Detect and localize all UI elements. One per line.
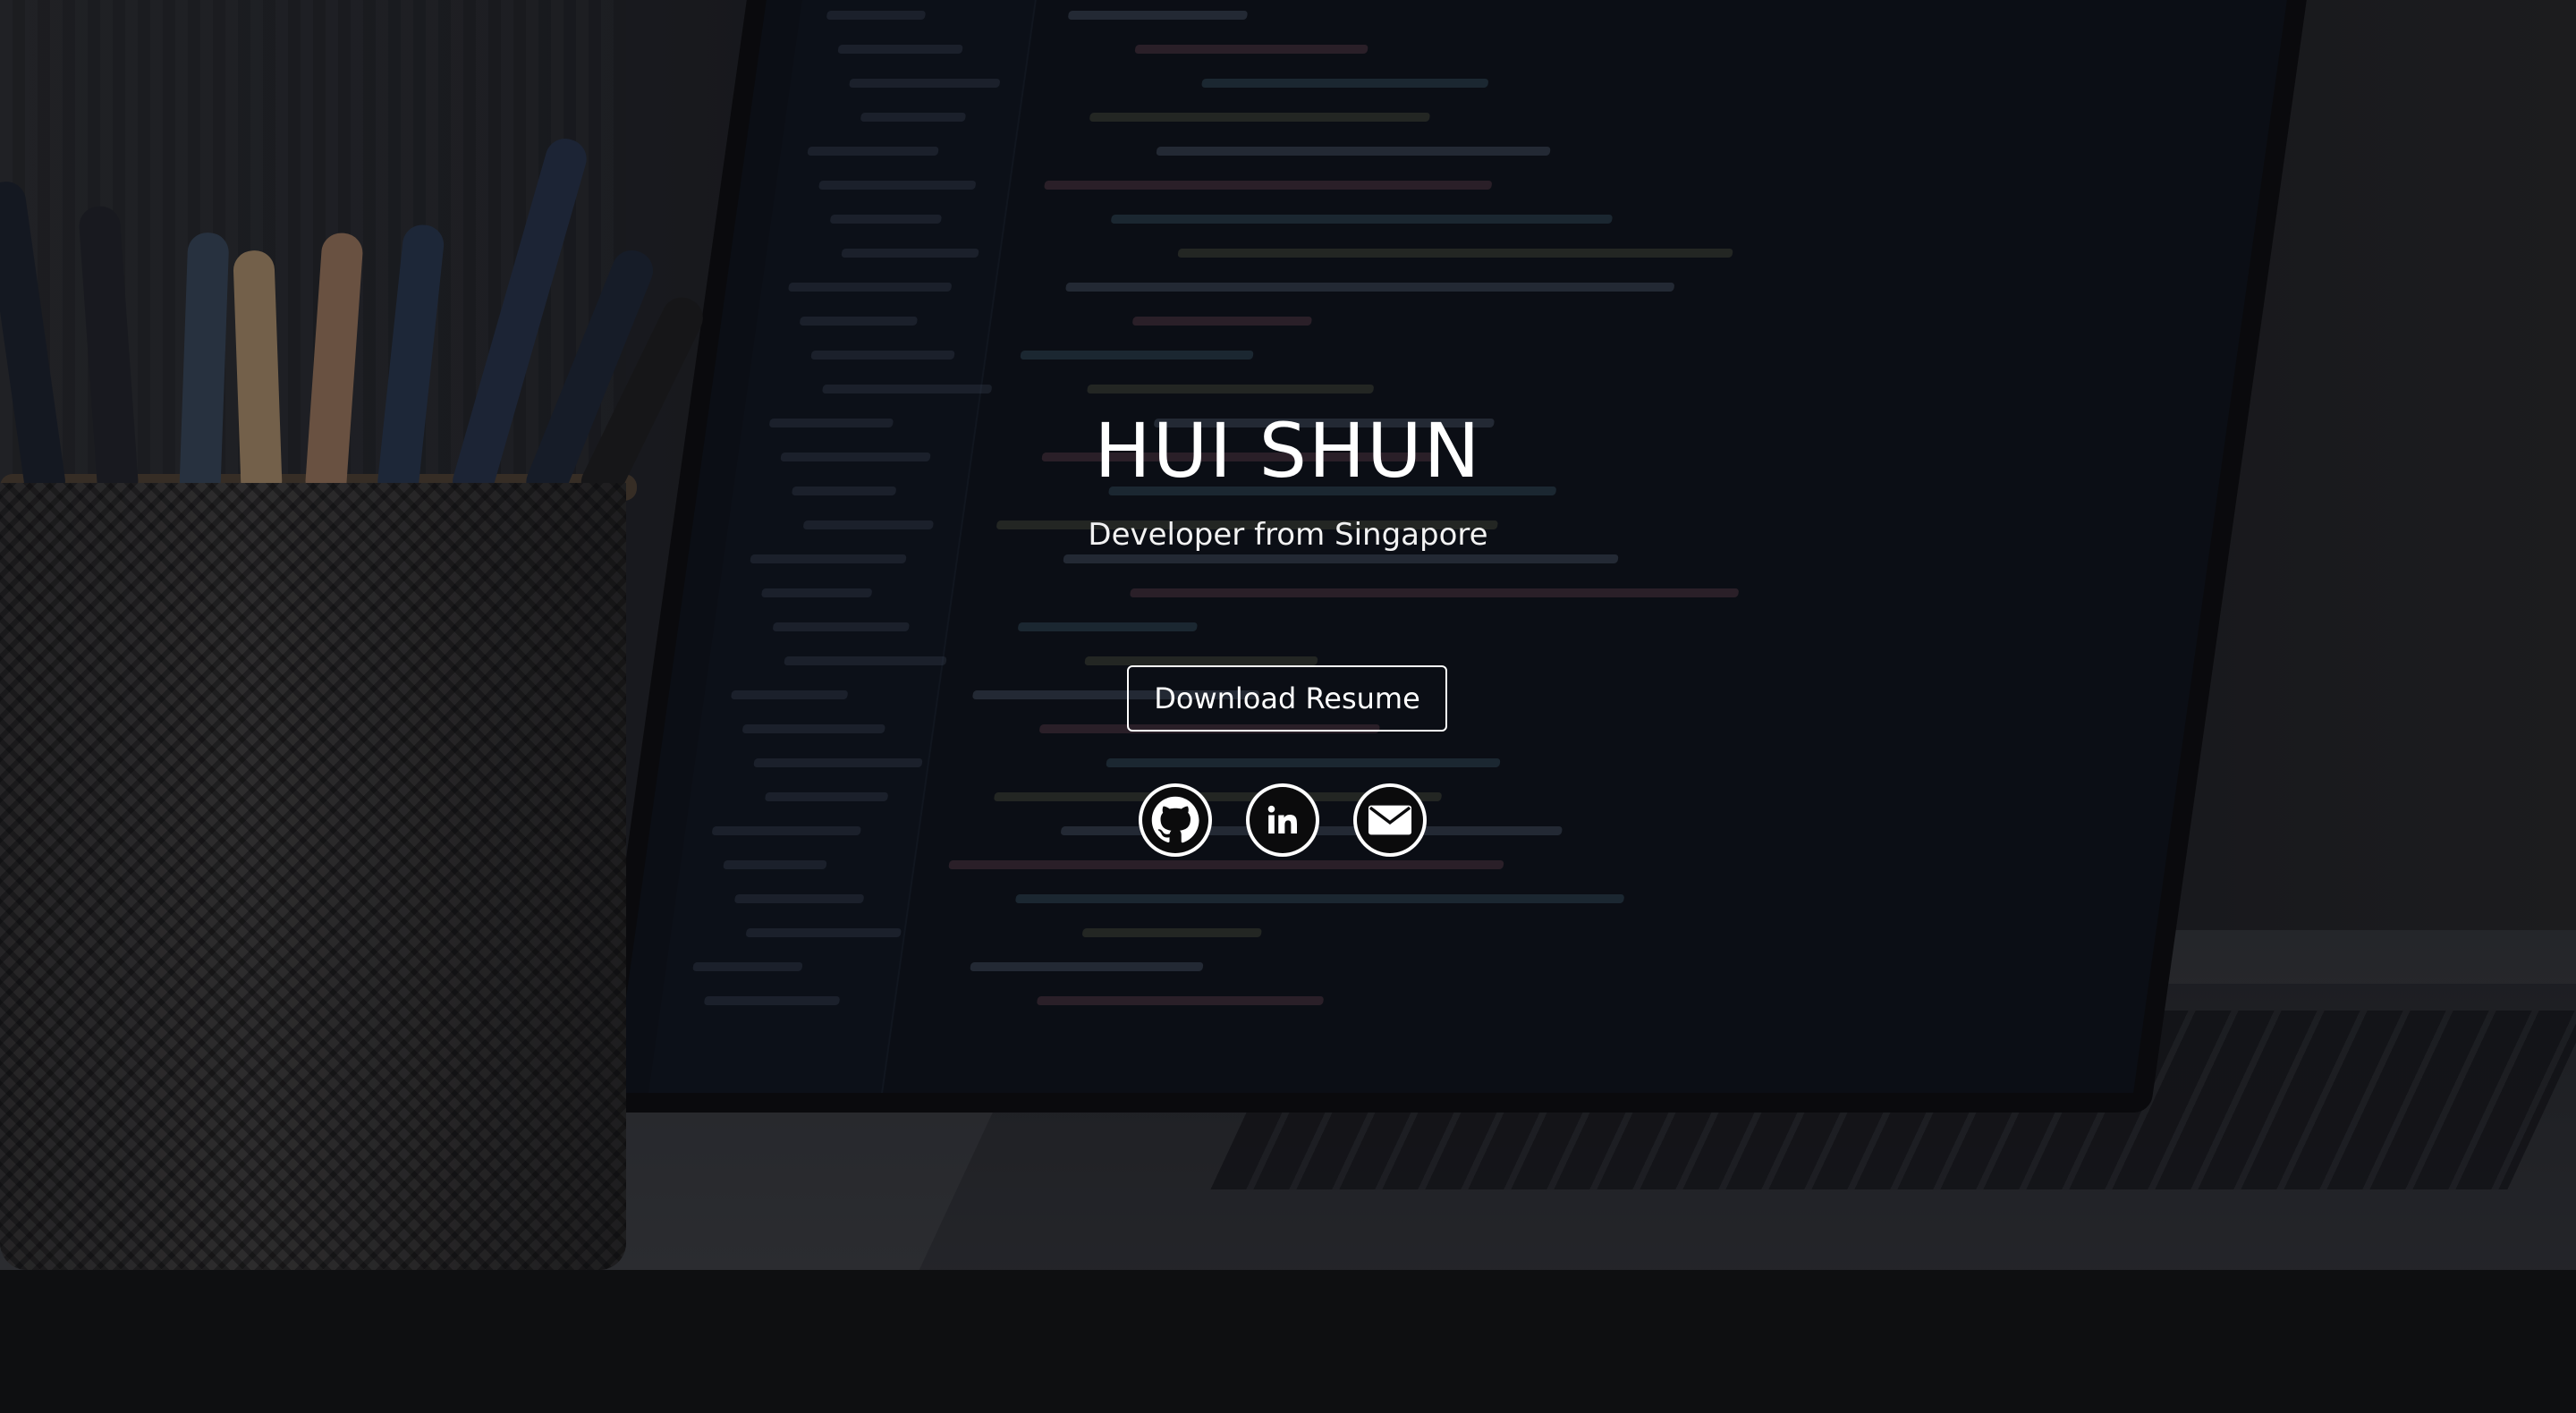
- tagline: Developer from Singapore: [1088, 517, 1488, 553]
- mail-icon: [1357, 787, 1423, 853]
- github-link[interactable]: [1139, 783, 1212, 857]
- download-resume-button[interactable]: Download Resume: [1127, 665, 1447, 732]
- page-title: HUI SHUN: [1094, 407, 1482, 495]
- hero-content: HUI SHUN Developer from Singapore Downlo…: [0, 0, 2576, 1270]
- social-links: [1139, 783, 1427, 860]
- email-link[interactable]: [1353, 783, 1427, 857]
- linkedin-icon: [1250, 787, 1316, 853]
- linkedin-link[interactable]: [1246, 783, 1319, 857]
- hero-section: HUI SHUN Developer from Singapore Downlo…: [0, 0, 2576, 1270]
- page-footer-band: [0, 1270, 2576, 1413]
- github-icon: [1142, 787, 1208, 853]
